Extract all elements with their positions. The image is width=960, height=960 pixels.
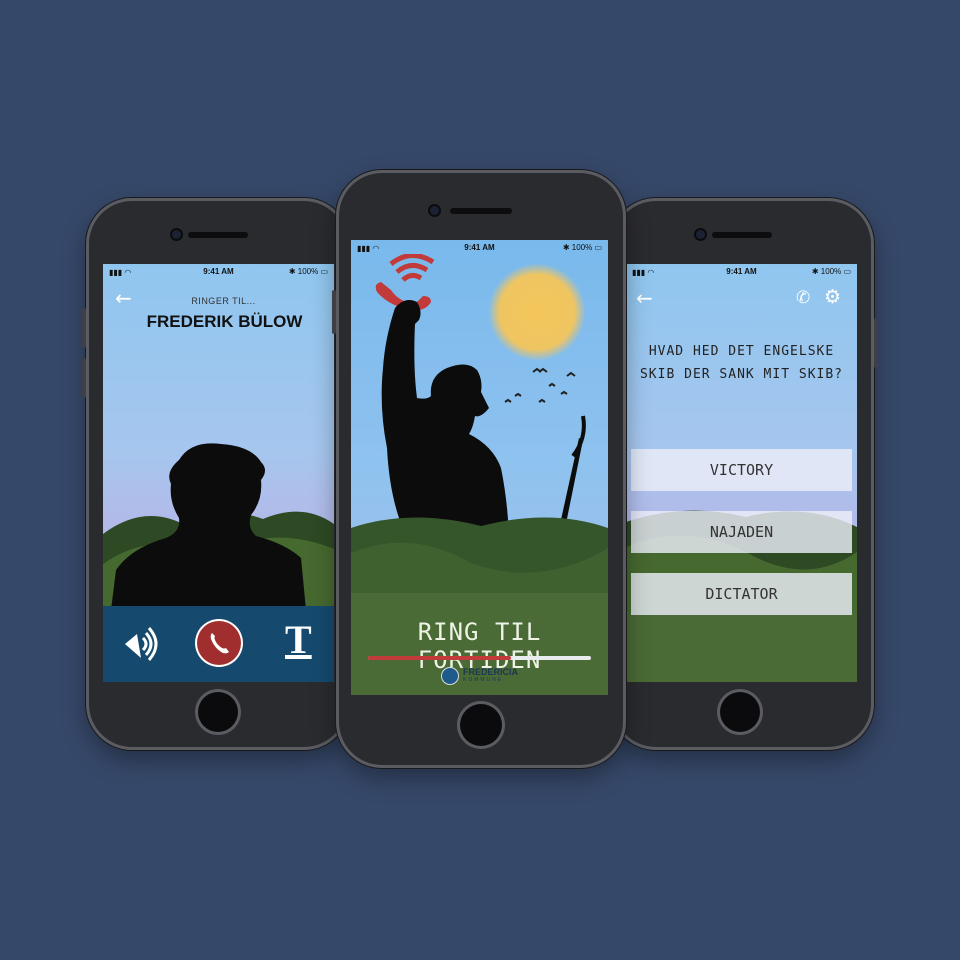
progress-fill	[368, 656, 511, 660]
quiz-screen: ▮▮▮ ◠ 9:41 AM ✱ 100% ▭ ← ✆ ⚙ HVAD HED DE…	[626, 264, 857, 682]
home-button[interactable]	[198, 692, 238, 732]
home-button[interactable]	[460, 704, 502, 746]
logo-text: FREDERICIA	[463, 667, 519, 677]
front-camera	[172, 230, 181, 239]
earpiece	[188, 232, 248, 238]
front-camera	[430, 206, 439, 215]
phone-icon[interactable]: ✆	[796, 288, 810, 308]
back-arrow-icon[interactable]: ←	[636, 288, 653, 308]
caller-silhouette	[111, 443, 306, 610]
right-phone: ▮▮▮ ◠ 9:41 AM ✱ 100% ▭ ← ✆ ⚙ HVAD HED DE…	[610, 198, 878, 750]
calling-label: RINGER TIL...	[191, 296, 256, 306]
center-phone: ▮▮▮ ◠ 9:41 AM ✱ 100% ▭ RING TIL FORTIDEN	[332, 170, 626, 768]
answer-button[interactable]: DICTATOR	[631, 573, 852, 615]
splash-screen: ▮▮▮ ◠ 9:41 AM ✱ 100% ▭ RING TIL FORTIDEN	[351, 240, 608, 695]
phone-end-icon	[210, 633, 229, 654]
end-call-button[interactable]	[195, 619, 243, 667]
mockup-background: { "colors": { "background": "#364869", "…	[0, 0, 960, 960]
home-button[interactable]	[720, 692, 760, 732]
status-bar: ▮▮▮ ◠ 9:41 AM ✱ 100% ▭	[103, 264, 334, 280]
text-t-icon[interactable]: T	[285, 620, 312, 660]
front-camera	[696, 230, 705, 239]
municipality-logo: FREDERICIA KOMMUNE	[441, 667, 531, 689]
app-title: RING TIL FORTIDEN	[417, 618, 542, 674]
speaker-icon[interactable]	[121, 624, 161, 664]
gear-icon[interactable]: ⚙	[824, 286, 841, 308]
status-bar: ▮▮▮ ◠ 9:41 AM ✱ 100% ▭	[626, 264, 857, 280]
battery-indicator: ✱ 100% ▭	[288, 267, 328, 276]
call-screen: ▮▮▮ ◠ 9:41 AM ✱ 100% ▭ ← RINGER TIL... F…	[103, 264, 334, 682]
crest-icon	[441, 667, 459, 685]
left-phone: ▮▮▮ ◠ 9:41 AM ✱ 100% ▭ ← RINGER TIL... F…	[82, 198, 350, 750]
question-line-1: HVAD HED DET ENGELSKE	[648, 344, 835, 359]
earpiece	[712, 232, 772, 238]
earpiece	[450, 208, 512, 214]
battery-indicator: ✱ 100% ▭	[811, 267, 851, 276]
answer-button[interactable]: NAJADEN	[631, 511, 852, 553]
caller-name: FREDERIK BÜLOW	[146, 312, 303, 331]
progress-track	[368, 656, 591, 660]
battery-indicator: ✱ 100% ▭	[562, 243, 602, 252]
logo-subtext: KOMMUNE	[463, 677, 504, 683]
call-controls-bar: T	[103, 606, 334, 682]
answer-button[interactable]: VICTORY	[631, 449, 852, 491]
question-line-2: SKIB DER SANK MIT SKIB?	[639, 367, 843, 382]
